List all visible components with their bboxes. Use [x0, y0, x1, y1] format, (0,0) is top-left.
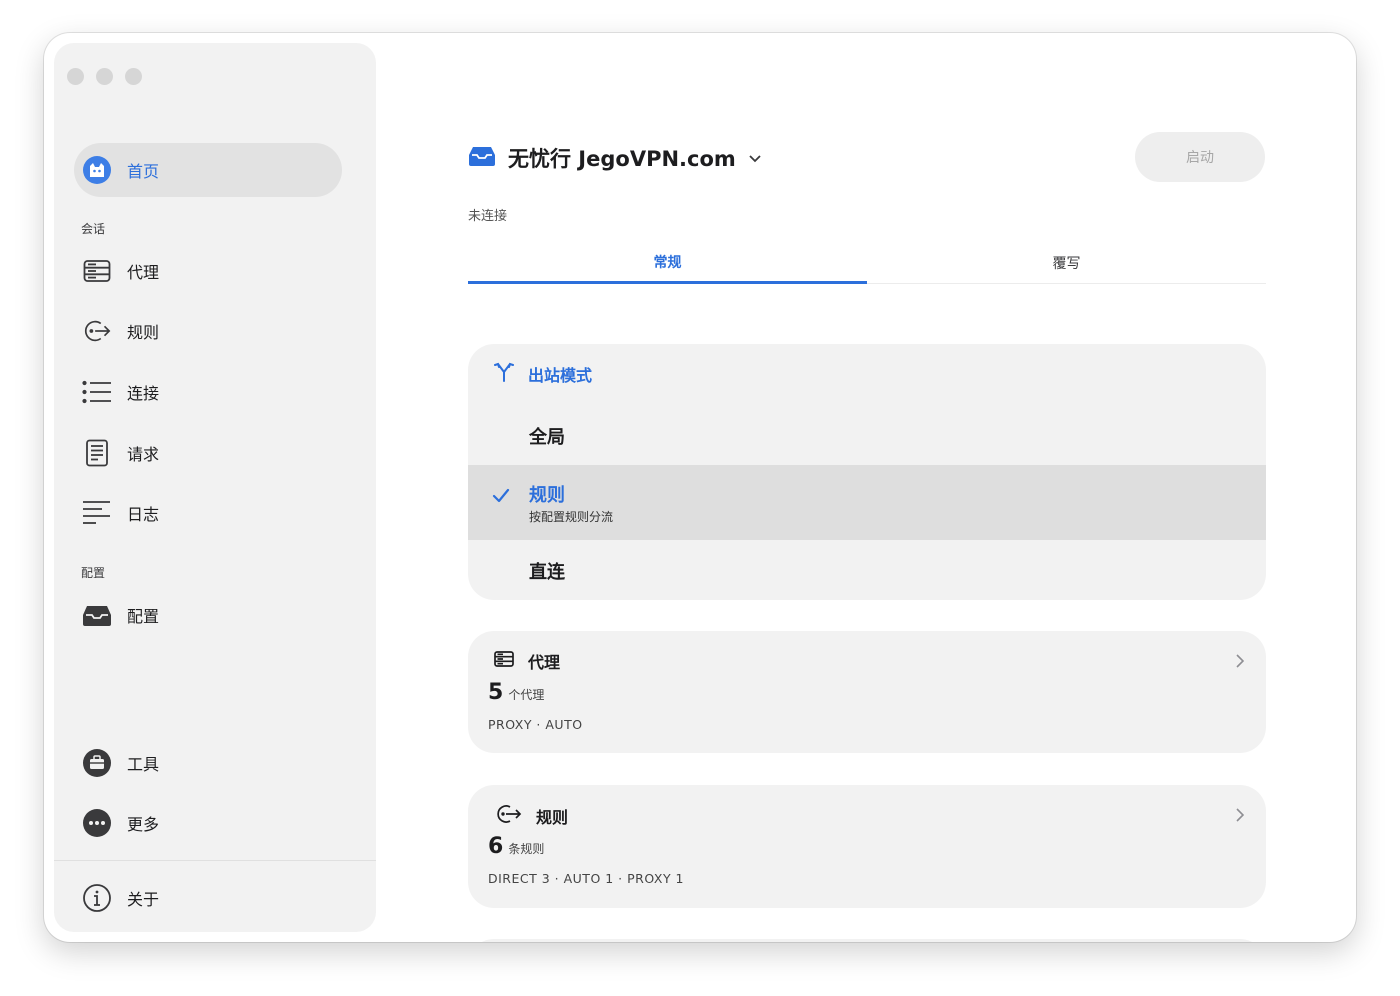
toolbox-icon — [82, 748, 112, 778]
sidebar-item-label: 代理 — [127, 263, 160, 282]
outbound-mode-card: 出站模式 全局 规则 按配置规则分流 直连 — [468, 344, 1266, 600]
sidebar-item-label: 连接 — [127, 384, 160, 403]
tab-override[interactable]: 覆写 — [867, 243, 1266, 283]
rules-count-number: 6 — [488, 834, 504, 859]
proxy-groups-summary: PROXY · AUTO — [488, 717, 583, 732]
rules-card-header: 规则 — [494, 803, 568, 829]
sidebar-item-label: 规则 — [127, 323, 160, 342]
section-label-session: 会话 — [81, 222, 106, 236]
sidebar-item-rules[interactable]: 规则 — [74, 304, 342, 358]
profile-selector[interactable]: 无忧行 JegoVPN.com — [468, 143, 762, 173]
main-content: 无忧行 JegoVPN.com 启动 未连接 常规 覆写 出站模式 全局 规则 … — [376, 33, 1356, 942]
start-button[interactable]: 启动 — [1135, 132, 1265, 182]
sidebar-item-home[interactable]: 首页 — [74, 143, 342, 197]
mode-label: 直连 — [529, 562, 565, 583]
info-icon — [82, 883, 112, 913]
next-card-partial — [468, 939, 1266, 942]
proxy-count-number: 5 — [488, 680, 504, 705]
app-logo-icon — [82, 155, 112, 185]
document-icon — [82, 438, 112, 468]
chevron-right-icon — [1236, 653, 1245, 672]
tab-bar: 常规 覆写 — [468, 243, 1266, 284]
chevron-right-icon — [1236, 807, 1245, 826]
app-window: 首页 会话 代理 规则 连接 请求 日志 配置 配置 工具 更多 关于 无忧行 … — [44, 33, 1356, 942]
sidebar-item-proxies[interactable]: 代理 — [74, 244, 342, 298]
rules-policy-summary: DIRECT 3 · AUTO 1 · PROXY 1 — [488, 871, 685, 886]
tray-icon — [468, 145, 496, 171]
sidebar-item-label: 关于 — [127, 890, 160, 909]
proxy-summary-card[interactable]: 代理 5 个代理 PROXY · AUTO — [468, 631, 1266, 753]
window-minimize-button[interactable] — [96, 68, 113, 85]
outbound-mode-header: 出站模式 — [494, 362, 592, 386]
window-close-button[interactable] — [67, 68, 84, 85]
proxy-card-title: 代理 — [528, 653, 561, 672]
sidebar-item-label: 工具 — [127, 755, 160, 774]
tray-icon — [82, 600, 112, 630]
sidebar-item-label: 更多 — [127, 815, 160, 834]
branch-icon — [494, 362, 514, 386]
sidebar-item-label: 首页 — [127, 162, 160, 181]
sidebar-item-label: 配置 — [127, 607, 160, 626]
mode-option-rule[interactable]: 规则 按配置规则分流 — [468, 465, 1266, 540]
section-label-config: 配置 — [81, 566, 106, 580]
mode-option-global[interactable]: 全局 — [468, 405, 1266, 465]
outbound-mode-title: 出站模式 — [528, 366, 593, 385]
sidebar-item-label: 日志 — [127, 505, 160, 524]
server-icon — [82, 256, 112, 286]
sidebar-divider — [54, 860, 376, 861]
tab-general[interactable]: 常规 — [468, 243, 867, 284]
rule-route-icon — [494, 803, 522, 829]
connection-status: 未连接 — [468, 209, 508, 224]
sidebar-item-about[interactable]: 关于 — [74, 871, 342, 925]
ellipsis-icon — [82, 808, 112, 838]
rules-card-title: 规则 — [536, 808, 569, 827]
mode-label: 全局 — [529, 427, 565, 448]
mode-label: 规则 — [529, 485, 565, 506]
sidebar-item-requests[interactable]: 请求 — [74, 426, 342, 480]
sidebar: 首页 会话 代理 规则 连接 请求 日志 配置 配置 工具 更多 关于 — [54, 43, 376, 932]
proxy-card-header: 代理 — [494, 649, 560, 673]
rules-count: 6 条规则 — [488, 834, 544, 859]
sidebar-item-connections[interactable]: 连接 — [74, 365, 342, 419]
mode-option-direct[interactable]: 直连 — [468, 540, 1266, 600]
sidebar-item-tools[interactable]: 工具 — [74, 736, 342, 790]
sidebar-item-label: 请求 — [127, 445, 160, 464]
checkmark-icon — [492, 488, 510, 508]
sidebar-item-profiles[interactable]: 配置 — [74, 588, 342, 642]
mode-description: 按配置规则分流 — [529, 510, 614, 524]
chevron-down-icon — [748, 149, 762, 168]
rules-summary-card[interactable]: 规则 6 条规则 DIRECT 3 · AUTO 1 · PROXY 1 — [468, 785, 1266, 908]
sidebar-item-more[interactable]: 更多 — [74, 796, 342, 850]
server-icon — [494, 651, 514, 671]
window-zoom-button[interactable] — [125, 68, 142, 85]
rules-count-unit: 条规则 — [508, 842, 545, 856]
proxy-count-unit: 个代理 — [508, 688, 545, 702]
log-lines-icon — [82, 498, 112, 528]
sidebar-item-logs[interactable]: 日志 — [74, 486, 342, 540]
rule-route-icon — [82, 316, 112, 346]
list-icon — [82, 377, 112, 407]
proxy-count: 5 个代理 — [488, 680, 544, 705]
profile-name: 无忧行 JegoVPN.com — [508, 147, 736, 171]
